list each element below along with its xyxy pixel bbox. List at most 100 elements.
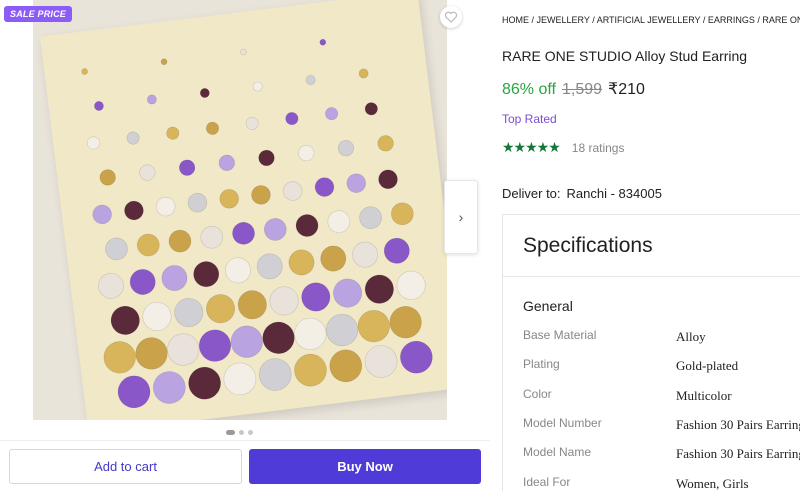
top-rated-badge: Top Rated xyxy=(502,112,557,126)
earring-stud xyxy=(94,101,104,111)
earring-stud xyxy=(263,218,287,241)
earring-stud xyxy=(160,58,168,66)
earring-stud xyxy=(187,193,208,213)
earring-stud xyxy=(346,173,366,193)
earring-stud xyxy=(232,222,255,245)
product-details: HOME / JEWELLERY / ARTIFICIAL JEWELLERY … xyxy=(502,0,800,491)
selling-price: ₹210 xyxy=(608,81,645,98)
earring-stud xyxy=(391,202,414,226)
earring-stud xyxy=(245,116,259,130)
spec-key: Color xyxy=(523,387,552,401)
earring-stud xyxy=(295,214,319,237)
earring-stud xyxy=(396,270,426,300)
earring-stud xyxy=(142,301,172,331)
earring-stud xyxy=(358,68,369,79)
earring-stud xyxy=(389,306,422,339)
pagination-dot[interactable] xyxy=(226,430,235,435)
buy-now-button[interactable]: Buy Now xyxy=(249,449,481,484)
add-to-cart-button[interactable]: Add to cart xyxy=(9,449,242,484)
earring-stud xyxy=(364,102,378,116)
earring-stud xyxy=(219,189,239,209)
original-price: 1,599 xyxy=(561,81,603,98)
earring-stud xyxy=(117,375,151,409)
earring-stud xyxy=(153,371,186,404)
product-gallery: SALE PRICE › Add to cart Buy Now xyxy=(0,0,490,491)
earring-stud xyxy=(193,261,220,288)
image-pagination xyxy=(226,430,253,435)
earring-stud xyxy=(262,321,295,354)
divider xyxy=(0,440,490,441)
earring-stud xyxy=(218,154,235,171)
pagination-dot[interactable] xyxy=(239,430,244,435)
spec-key: Ideal For xyxy=(523,475,571,489)
earring-stud xyxy=(251,185,271,205)
spec-key: Plating xyxy=(523,357,560,371)
earring-stud xyxy=(225,257,251,284)
earring-stud xyxy=(237,290,267,320)
heart-icon xyxy=(444,11,458,23)
spec-value: Gold-plated xyxy=(676,358,739,373)
delivery-location[interactable]: Deliver to: Ranchi - 834005 xyxy=(502,186,662,201)
earring-stud xyxy=(223,362,257,396)
earring-stud xyxy=(103,341,136,374)
spec-value: Fashion 30 Pairs Earring xyxy=(676,446,800,461)
spec-value: Alloy xyxy=(676,329,706,344)
earring-stud xyxy=(166,126,180,140)
earring-stud xyxy=(230,325,263,358)
earring-stud xyxy=(383,237,410,264)
earring-stud xyxy=(320,245,347,272)
earring-stud xyxy=(269,286,299,316)
earring-stud xyxy=(174,298,204,328)
earring-stud xyxy=(92,204,112,225)
earring-stud xyxy=(333,278,363,308)
earring-stud xyxy=(258,149,275,167)
earring-stud xyxy=(298,144,315,162)
earring-stud xyxy=(188,366,221,400)
product-image[interactable] xyxy=(33,0,447,420)
earring-stud xyxy=(86,136,100,150)
earring-stud xyxy=(205,121,219,135)
pagination-dot[interactable] xyxy=(248,430,253,435)
earring-studs-graphic xyxy=(81,38,433,409)
spec-key: Model Name xyxy=(523,445,592,459)
spec-key: Model Number xyxy=(523,416,602,430)
earring-stud xyxy=(139,164,156,181)
rating-row[interactable]: ★★★★★ 18 ratings xyxy=(502,139,624,156)
earring-stud xyxy=(110,305,140,335)
ratings-count: 18 ratings xyxy=(571,140,625,155)
earring-stud xyxy=(200,225,224,249)
earring-stud xyxy=(81,68,88,75)
earring-card xyxy=(40,0,447,420)
earring-stud xyxy=(168,229,192,253)
sale-price-badge: SALE PRICE xyxy=(4,6,73,22)
earring-stud xyxy=(294,317,327,351)
star-rating-icons: ★★★★★ xyxy=(502,139,561,155)
spec-value: Multicolor xyxy=(676,388,732,403)
earring-stud xyxy=(258,358,292,391)
wishlist-button[interactable] xyxy=(440,6,462,28)
earring-stud xyxy=(301,282,331,312)
earring-stud xyxy=(179,159,196,176)
spec-value: Fashion 30 Pairs Earring xyxy=(676,417,800,432)
earring-stud xyxy=(400,340,433,374)
earring-stud xyxy=(352,241,378,268)
earring-stud xyxy=(136,233,160,257)
discount-percent: 86% off xyxy=(502,81,556,98)
chevron-right-icon: › xyxy=(458,209,464,225)
earring-stud xyxy=(256,253,283,280)
earring-stud xyxy=(325,107,339,121)
earring-stud xyxy=(198,329,232,362)
earring-stud xyxy=(364,345,398,378)
earring-stud xyxy=(314,177,335,197)
earring-stud xyxy=(129,269,156,295)
earring-stud xyxy=(199,88,210,98)
earring-stud xyxy=(105,237,128,261)
earring-stud xyxy=(305,75,316,85)
earring-stud xyxy=(167,333,200,366)
spec-key: Base Material xyxy=(523,328,597,342)
next-image-button[interactable]: › xyxy=(444,180,478,254)
breadcrumb[interactable]: HOME / JEWELLERY / ARTIFICIAL JEWELLERY … xyxy=(502,15,800,25)
spec-value: Women, Girls xyxy=(676,476,749,491)
earring-stud xyxy=(337,140,355,157)
price-row: 86% off 1,599 ₹210 xyxy=(502,79,645,99)
